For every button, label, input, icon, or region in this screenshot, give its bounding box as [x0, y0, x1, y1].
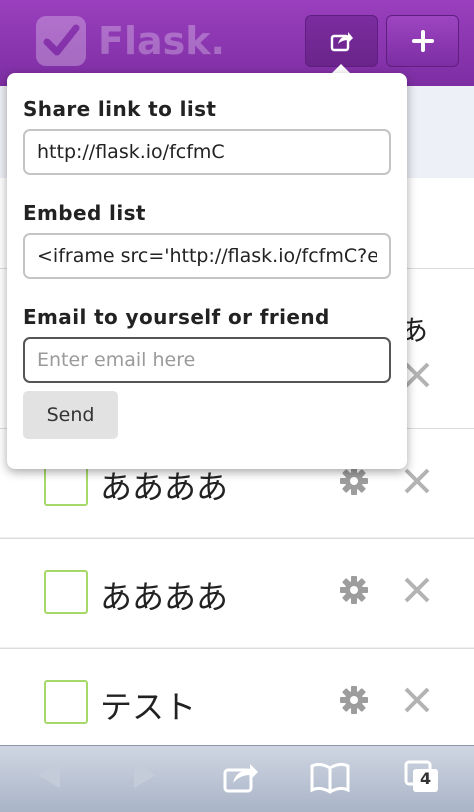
item-checkbox[interactable] [44, 570, 88, 614]
embed-list-label: Embed list [23, 201, 146, 225]
forward-arrow-icon[interactable] [132, 760, 158, 790]
app-name: Flask. [98, 19, 225, 63]
delete-icon[interactable] [403, 576, 431, 604]
send-button[interactable]: Send [23, 391, 118, 439]
delete-icon[interactable] [403, 686, 431, 714]
share-link-label: Share link to list [23, 97, 217, 121]
list-item-label: ああああ [100, 578, 229, 616]
share-button[interactable] [305, 15, 378, 67]
share-popover: Share link to list Embed list Email to y… [7, 73, 407, 469]
list-item-label: テスト [100, 688, 197, 726]
add-list-button[interactable] [386, 15, 459, 67]
email-label: Email to yourself or friend [23, 305, 330, 329]
tabs-count: 4 [420, 769, 432, 788]
back-arrow-icon[interactable] [36, 760, 62, 790]
email-field[interactable] [23, 337, 391, 383]
tabs-button[interactable]: 4 [404, 760, 440, 794]
delete-icon[interactable] [403, 361, 431, 389]
share-icon [330, 32, 353, 52]
list-item[interactable]: テスト [0, 648, 474, 746]
gear-icon[interactable] [340, 686, 368, 714]
share-link-field[interactable] [23, 129, 391, 175]
item-checkbox[interactable] [44, 680, 88, 724]
embed-code-field[interactable] [23, 233, 391, 279]
delete-icon[interactable] [403, 467, 431, 495]
plus-icon [411, 30, 434, 52]
list-item[interactable]: ああああ [0, 538, 474, 647]
bookmarks-icon[interactable] [310, 760, 350, 794]
gear-icon[interactable] [340, 576, 368, 604]
checkmark-logo-icon [36, 16, 86, 66]
gear-icon[interactable] [340, 467, 368, 495]
app-logo: Flask. [36, 16, 225, 66]
share-action-icon[interactable] [222, 760, 260, 794]
browser-toolbar: 4 [0, 745, 474, 812]
